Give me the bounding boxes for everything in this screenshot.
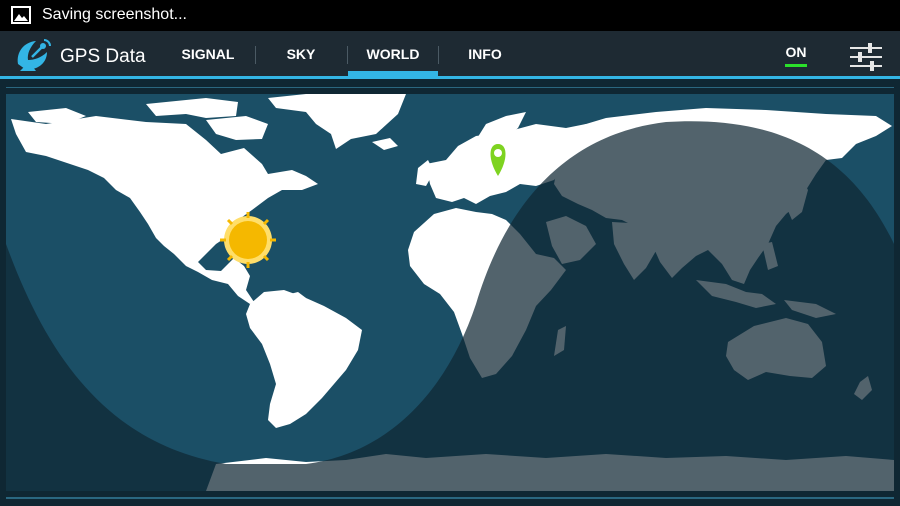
gps-on-toggle[interactable]: ON [784,44,808,68]
sliders-icon[interactable] [848,41,884,73]
action-bar-divider [0,76,900,79]
tab-signal[interactable]: SIGNAL [168,31,248,76]
world-map[interactable] [6,94,894,491]
status-text: Saving screenshot... [42,6,187,23]
status-bar: Saving screenshot... [0,0,900,31]
gps-toggle-label: ON [785,44,807,60]
tab-world[interactable]: WORLD [348,31,438,76]
tab-separator [438,46,439,64]
tab-separator [255,46,256,64]
content-divider [6,87,894,88]
content-divider [6,497,894,499]
tab-sky[interactable]: SKY [262,31,340,76]
app-title: GPS Data [60,46,146,67]
sun-icon [220,212,276,268]
tab-info[interactable]: INFO [445,31,525,76]
satellite-dish-icon[interactable] [14,38,54,74]
image-icon [11,6,31,24]
toggle-indicator [785,64,807,67]
